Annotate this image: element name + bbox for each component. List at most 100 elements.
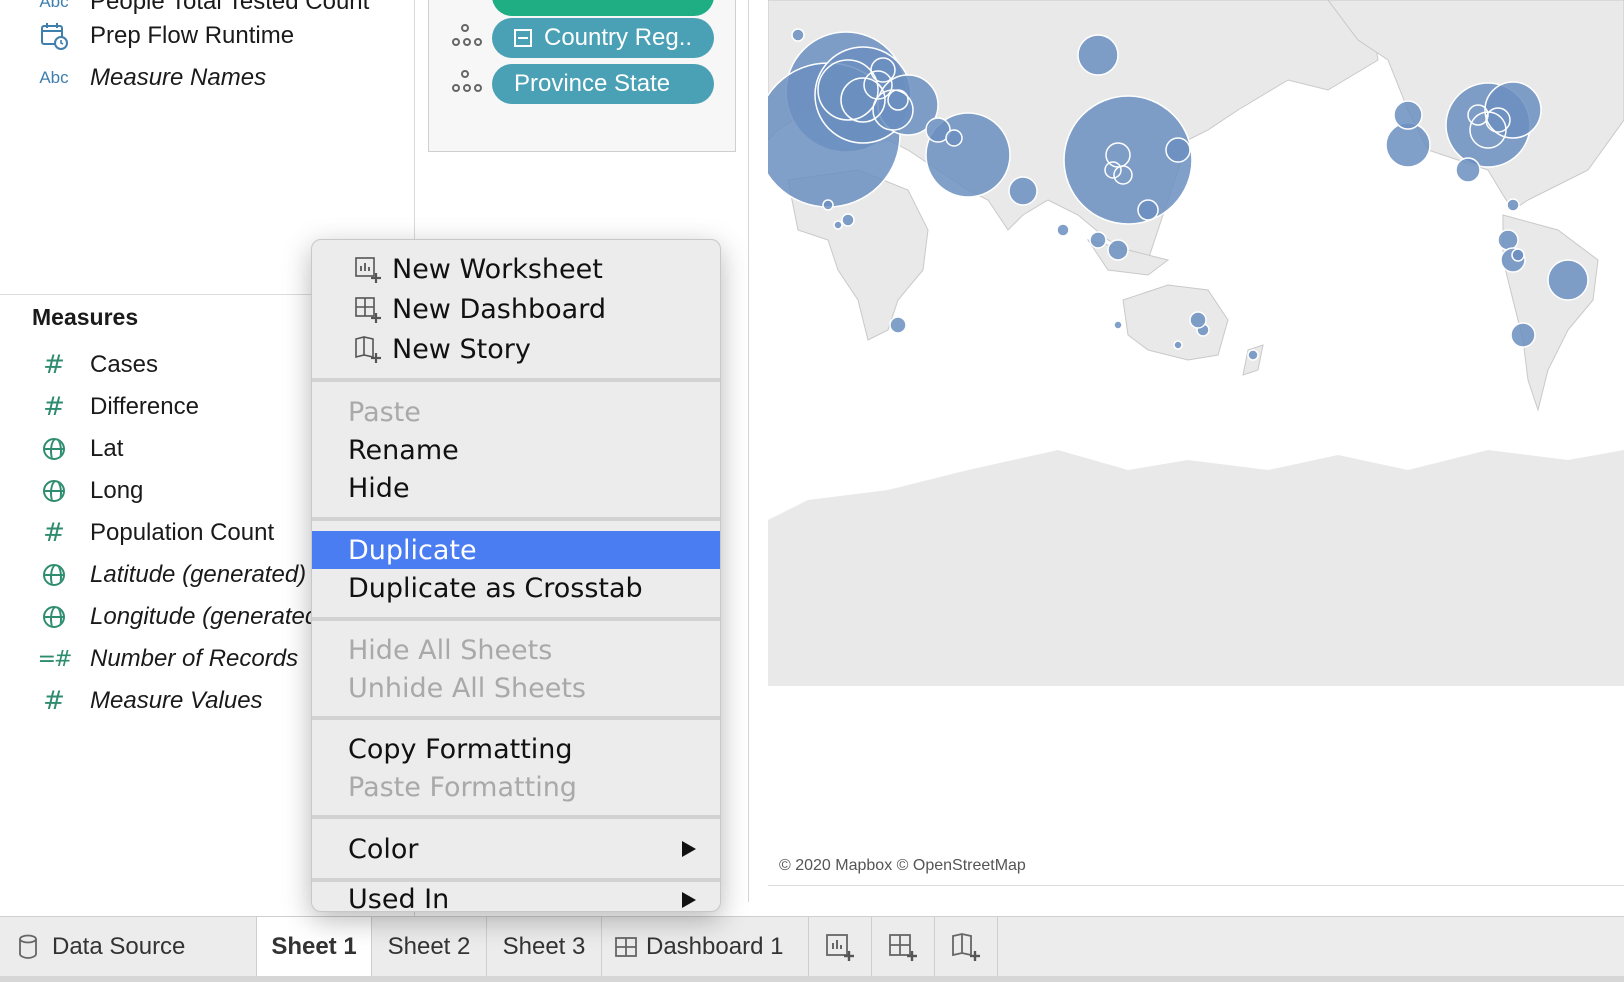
detail-icon: [452, 22, 486, 52]
map-mark[interactable]: [1113, 320, 1123, 330]
map-mark[interactable]: [870, 57, 896, 83]
tab-sheet-1[interactable]: Sheet 1: [257, 917, 371, 977]
new-story-button[interactable]: [935, 917, 997, 977]
new-dashboard-button[interactable]: [872, 917, 934, 977]
pill-label: Province State: [514, 70, 671, 97]
map-mark[interactable]: [1497, 229, 1519, 251]
map-mark[interactable]: [791, 28, 805, 42]
field-label: Measure Names: [90, 64, 267, 91]
tab-sheet-3[interactable]: Sheet 3: [487, 917, 601, 977]
menu-label: Hide All Sheets: [348, 634, 553, 666]
map-mark[interactable]: [1107, 239, 1129, 261]
new-dashboard-icon: [355, 297, 381, 323]
dashboard-icon: [615, 937, 637, 957]
new-worksheet-button[interactable]: [809, 917, 871, 977]
map-mark[interactable]: [1008, 176, 1038, 206]
map-mark[interactable]: [1506, 198, 1520, 212]
collapse-icon[interactable]: [514, 29, 532, 47]
new-story-icon: [952, 933, 980, 961]
menu-separator: [312, 815, 720, 819]
menu-label: New Story: [392, 333, 531, 365]
map-mark[interactable]: [1056, 223, 1070, 237]
field-measure-names[interactable]: Abc Measure Names: [0, 58, 400, 98]
menu-hide-all-sheets: Hide All Sheets: [312, 631, 720, 669]
submenu-arrow-icon: [682, 892, 696, 908]
menu-label: Rename: [348, 434, 459, 466]
map-mark[interactable]: [1455, 157, 1481, 183]
map-mark[interactable]: [822, 199, 834, 211]
menu-new-story[interactable]: New Story: [312, 330, 720, 368]
menu-new-dashboard[interactable]: New Dashboard: [312, 290, 720, 328]
map-mark[interactable]: [1173, 340, 1183, 350]
marks-pill-partial[interactable]: [492, 0, 714, 16]
tab-dashboard-1[interactable]: Dashboard 1: [602, 917, 808, 977]
pill-country-region[interactable]: Country Reg..: [492, 18, 714, 58]
sheet-tab-bar: Data Source Sheet 1 Sheet 2 Sheet 3 Dash…: [0, 916, 1624, 982]
map-mark[interactable]: [1165, 137, 1191, 163]
pill-province-state[interactable]: Province State: [492, 64, 714, 104]
new-worksheet-icon: [826, 934, 854, 961]
globe-icon: [34, 597, 74, 637]
field-label: People Total Tested Count: [90, 0, 370, 15]
field-label: Number of Records: [90, 645, 299, 672]
new-dashboard-icon: [889, 934, 917, 961]
map-mark[interactable]: [889, 316, 907, 334]
menu-copy-formatting[interactable]: Copy Formatting: [312, 730, 720, 768]
hash-icon: #: [43, 686, 65, 716]
menu-label: Paste Formatting: [348, 771, 577, 803]
map-mark[interactable]: [1484, 81, 1542, 139]
field-label: Population Count: [90, 519, 275, 546]
tab-data-source[interactable]: Data Source: [4, 917, 256, 977]
globe-icon: [34, 555, 74, 595]
field-label: Longitude (generated): [90, 603, 327, 630]
field-label: Cases: [90, 351, 159, 378]
menu-label: Duplicate as Crosstab: [348, 572, 643, 604]
menu-label: Hide: [348, 472, 410, 504]
map-mark[interactable]: [1393, 100, 1423, 130]
new-story-icon: [355, 336, 381, 363]
menu-duplicate-as-crosstab[interactable]: Duplicate as Crosstab: [312, 569, 720, 607]
hash-icon: #: [43, 392, 65, 422]
map-mark[interactable]: [1189, 311, 1207, 329]
menu-separator: [312, 378, 720, 382]
detail-icon: [452, 68, 486, 98]
calc-hash-icon: =#: [37, 646, 73, 672]
menu-hide[interactable]: Hide: [312, 469, 720, 507]
view-empty-area: [768, 686, 1624, 886]
menu-paste: Paste: [312, 393, 720, 431]
world-map[interactable]: [768, 0, 1624, 686]
tab-sheet-2[interactable]: Sheet 2: [372, 917, 486, 977]
map-mark[interactable]: [1511, 248, 1525, 262]
menu-label: New Dashboard: [392, 293, 606, 325]
status-strip: [0, 976, 1624, 982]
map-mark[interactable]: [1137, 199, 1159, 221]
menu-separator: [312, 716, 720, 720]
sheet-context-menu: New Worksheet New Dashboard New Story Pa…: [311, 239, 721, 915]
menu-separator: [312, 617, 720, 621]
tab-label: Data Source: [52, 933, 186, 960]
submenu-arrow-icon: [682, 841, 696, 857]
map-mark[interactable]: [1077, 34, 1119, 76]
menu-duplicate[interactable]: Duplicate: [312, 531, 720, 569]
tab-label: Dashboard 1: [646, 933, 784, 960]
map-mark[interactable]: [945, 129, 963, 147]
menu-rename[interactable]: Rename: [312, 431, 720, 469]
map-mark[interactable]: [1547, 259, 1589, 301]
menu-color[interactable]: Color: [312, 830, 720, 868]
menu-unhide-all-sheets: Unhide All Sheets: [312, 669, 720, 707]
map-mark[interactable]: [1247, 349, 1259, 361]
menu-new-worksheet[interactable]: New Worksheet: [312, 250, 720, 288]
map-mark[interactable]: [841, 213, 855, 227]
map-mark[interactable]: [833, 220, 843, 230]
menu-used-in[interactable]: Used In: [312, 884, 720, 915]
map-view[interactable]: [768, 0, 1624, 686]
menu-label: New Worksheet: [392, 253, 603, 285]
menu-separator: [312, 517, 720, 521]
map-attribution: © 2020 Mapbox © OpenStreetMap: [779, 857, 1026, 874]
field-prep-flow-runtime[interactable]: Prep Flow Runtime: [0, 16, 400, 56]
map-mark[interactable]: [1510, 322, 1536, 348]
map-mark[interactable]: [1089, 231, 1107, 249]
tab-label: Sheet 2: [387, 933, 471, 960]
globe-icon: [34, 471, 74, 511]
field-label: Lat: [90, 435, 124, 462]
